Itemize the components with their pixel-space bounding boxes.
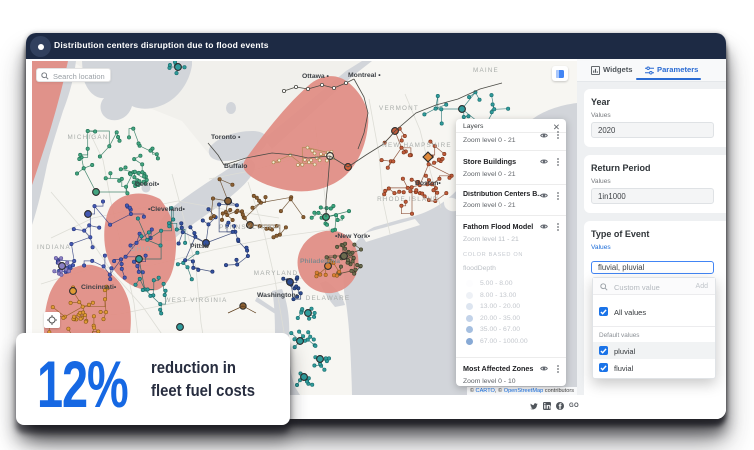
svg-text:Philadelphia: Philadelphia [300, 258, 340, 265]
svg-text:Pittsb: Pittsb [190, 243, 209, 250]
svg-text:•New York•: •New York• [335, 233, 371, 240]
svg-text:OHIO: OHIO [131, 246, 152, 253]
svg-text:Buffalo: Buffalo [224, 163, 247, 170]
svg-text:Ottawa •: Ottawa • [302, 73, 330, 80]
svg-text:INDIANA: INDIANA [37, 244, 71, 251]
svg-text:Detroit•: Detroit• [135, 181, 160, 188]
svg-text:Washington•: Washington• [257, 292, 299, 299]
svg-text:Boston•: Boston• [415, 180, 441, 187]
svg-text:PENNSYLVANIA: PENNSYLVANIA [219, 224, 281, 231]
svg-text:WEST VIRGINIA: WEST VIRGINIA [164, 297, 227, 304]
svg-text:•Cleveland•: •Cleveland• [148, 206, 185, 213]
svg-text:Toronto •: Toronto • [211, 134, 241, 141]
svg-text:NEW HAMPSHIRE: NEW HAMPSHIRE [382, 142, 451, 149]
svg-text:MAINE: MAINE [473, 67, 499, 74]
svg-text:VERMONT: VERMONT [379, 105, 419, 112]
svg-text:MARYLAND: MARYLAND [254, 270, 298, 277]
svg-text:RHODE ISLAND: RHODE ISLAND [377, 196, 439, 203]
svg-text:Montreal •: Montreal • [348, 72, 381, 79]
svg-text:Cincinnati•: Cincinnati• [81, 284, 117, 291]
svg-text:DELAWARE: DELAWARE [306, 295, 350, 302]
svg-text:MICHIGAN: MICHIGAN [67, 134, 108, 141]
